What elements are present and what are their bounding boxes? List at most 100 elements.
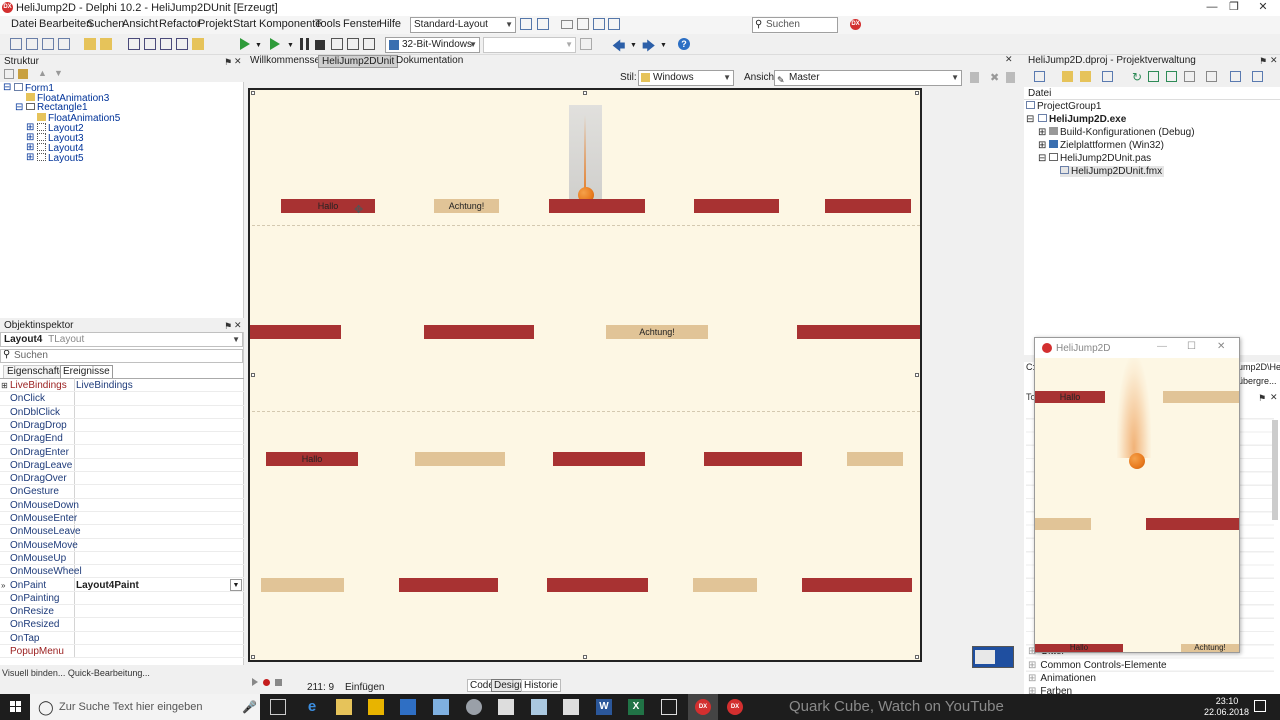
save-icon[interactable] xyxy=(128,38,140,50)
objinsp-footer[interactable]: Visuell binden... Quick-Bearbeitung... xyxy=(2,668,150,678)
event-row[interactable]: OnMouseDown xyxy=(0,499,244,512)
new-unit-icon[interactable] xyxy=(42,38,54,50)
tree-item-target-platforms[interactable]: Zielplattformen (Win32) xyxy=(1049,140,1164,151)
structure-tool-icon[interactable] xyxy=(4,69,14,79)
platform[interactable]: Achtung! xyxy=(606,325,708,339)
close-icon[interactable]: ✕ xyxy=(1270,55,1278,66)
platform[interactable] xyxy=(704,452,802,466)
platform[interactable] xyxy=(802,578,912,592)
activate-icon[interactable] xyxy=(1034,71,1045,82)
word-icon[interactable]: W xyxy=(596,699,612,715)
event-row[interactable]: ⊞ LiveBindings LiveBindings xyxy=(0,379,244,393)
menu-fenster[interactable]: Fenster xyxy=(343,18,380,30)
platform[interactable]: Achtung! xyxy=(434,199,499,213)
selection-handle[interactable] xyxy=(251,655,255,659)
running-app-window[interactable]: HeliJump2D — ☐ ✕ Hallo Hallo Achtung! xyxy=(1034,337,1240,653)
event-row[interactable]: OnDblClick xyxy=(0,406,244,419)
component-selector[interactable]: Layout4 TLayout ▼ xyxy=(0,332,243,347)
tree-toggle[interactable]: ⊞ xyxy=(26,153,34,163)
deploy-icon[interactable] xyxy=(580,38,592,50)
pin-icon[interactable]: ⚑ xyxy=(224,57,232,68)
tree-toggle[interactable]: ⊞ xyxy=(1038,127,1046,138)
event-value[interactable]: Layout4Paint xyxy=(76,579,139,592)
tab-ereignisse[interactable]: Ereignisse xyxy=(60,365,113,378)
tree-toggle[interactable]: ⊟ xyxy=(1038,153,1046,164)
sync-icon[interactable]: ↻ xyxy=(1132,70,1142,84)
close-tab-icon[interactable]: ✕ xyxy=(1005,54,1013,65)
unlink-icon[interactable]: ✖ xyxy=(990,71,999,84)
save-desktop-icon[interactable] xyxy=(520,18,532,30)
objinsp-search-input[interactable]: ⚲ Suchen xyxy=(0,349,243,363)
collapse-icon[interactable] xyxy=(1166,71,1177,82)
document-icon[interactable] xyxy=(563,699,579,715)
delphi-badge-icon[interactable]: DX xyxy=(850,19,861,30)
menu-komponente[interactable]: Komponente xyxy=(259,18,321,30)
platform[interactable] xyxy=(694,199,779,213)
event-row[interactable]: OnDragEnd xyxy=(0,432,244,446)
step-out-icon[interactable] xyxy=(363,38,375,50)
palette-item-common-controls[interactable]: ⊞ Common Controls-Elemente xyxy=(1028,660,1167,671)
pin-icon[interactable]: ⚑ xyxy=(1259,56,1267,67)
calendar-icon[interactable] xyxy=(577,18,589,30)
tree-toggle[interactable]: ⊟ xyxy=(3,83,11,93)
platform[interactable] xyxy=(250,325,341,339)
menu-projekt[interactable]: Projekt xyxy=(198,18,232,30)
event-row[interactable]: OnMouseUp xyxy=(0,552,244,566)
tree-item-rectangle1[interactable]: Rectangle1 xyxy=(26,103,88,113)
new-form-icon[interactable] xyxy=(26,38,38,50)
event-row[interactable]: OnMouseWheel xyxy=(0,565,244,579)
event-row[interactable]: OnResized xyxy=(0,618,244,632)
build-all-icon[interactable] xyxy=(1252,71,1263,82)
clock-time[interactable]: 23:10 xyxy=(1210,696,1244,706)
open-folder-icon[interactable] xyxy=(84,38,96,50)
event-row[interactable]: OnDragDrop xyxy=(0,419,244,433)
palette-item-farben[interactable]: ⊞ Farben xyxy=(1028,686,1072,694)
restore-icon[interactable]: ❐ xyxy=(1220,0,1248,16)
platform-combo[interactable]: 32-Bit-Windows ▼ xyxy=(385,37,480,53)
selection-handle[interactable] xyxy=(915,373,919,377)
move-down-icon[interactable]: ▼ xyxy=(54,68,63,78)
open-project-icon[interactable] xyxy=(100,38,112,50)
chevron-down-icon[interactable]: ▼ xyxy=(230,578,242,591)
pause-icon[interactable] xyxy=(300,38,309,50)
platform[interactable] xyxy=(261,578,344,592)
list-icon[interactable] xyxy=(1184,71,1195,82)
maximize-icon[interactable]: ☐ xyxy=(1187,341,1196,352)
event-row[interactable]: OnDragOver xyxy=(0,472,244,486)
stop-icon[interactable] xyxy=(315,40,325,50)
explorer-icon[interactable] xyxy=(336,699,352,715)
clock-date[interactable]: 22.06.2018 xyxy=(1204,707,1249,717)
event-row[interactable]: » OnPaint Layout4Paint ▼ xyxy=(0,578,244,592)
run-dropdown-icon[interactable]: ▼ xyxy=(255,42,262,49)
menu-bearbeiten[interactable]: Bearbeiten xyxy=(39,18,92,30)
close-icon[interactable]: ✕ xyxy=(234,320,242,331)
platform[interactable] xyxy=(549,199,645,213)
tree-item-projectgroup[interactable]: ProjectGroup1 xyxy=(1026,101,1101,112)
refresh-icon[interactable] xyxy=(593,18,605,30)
run-icon[interactable] xyxy=(240,38,250,50)
menu-tools[interactable]: Tools xyxy=(315,18,341,30)
options-icon[interactable] xyxy=(1102,71,1113,82)
structure-tool2-icon[interactable] xyxy=(18,69,28,79)
scrollbar[interactable] xyxy=(1272,420,1278,520)
task-view-icon[interactable] xyxy=(270,699,286,715)
event-row[interactable]: OnDragEnter xyxy=(0,446,244,459)
macro-record-icon[interactable] xyxy=(263,679,270,686)
excel-icon[interactable]: X xyxy=(628,699,644,715)
platform[interactable] xyxy=(399,578,498,592)
add-file-icon[interactable] xyxy=(176,38,188,50)
menu-hilfe[interactable]: Hilfe xyxy=(379,18,401,30)
project-options-icon[interactable] xyxy=(192,38,204,50)
pin-icon[interactable]: ⚑ xyxy=(1258,393,1266,404)
minimize-icon[interactable]: — xyxy=(1157,341,1167,352)
stil-combo[interactable]: Windows ▼ xyxy=(638,70,734,86)
step-into-icon[interactable] xyxy=(347,38,359,50)
tree-toggle[interactable]: ⊟ xyxy=(1026,114,1034,125)
notification-icon[interactable] xyxy=(1254,700,1266,712)
macro-stop-icon[interactable] xyxy=(275,679,282,686)
layout-combo[interactable]: Standard-Layout ▼ xyxy=(410,17,516,33)
selection-handle[interactable] xyxy=(251,91,255,95)
palette-item-animationen[interactable]: ⊞ Animationen xyxy=(1028,673,1096,684)
window-icon[interactable] xyxy=(608,18,620,30)
tree-toggle[interactable]: ⊟ xyxy=(15,103,23,113)
